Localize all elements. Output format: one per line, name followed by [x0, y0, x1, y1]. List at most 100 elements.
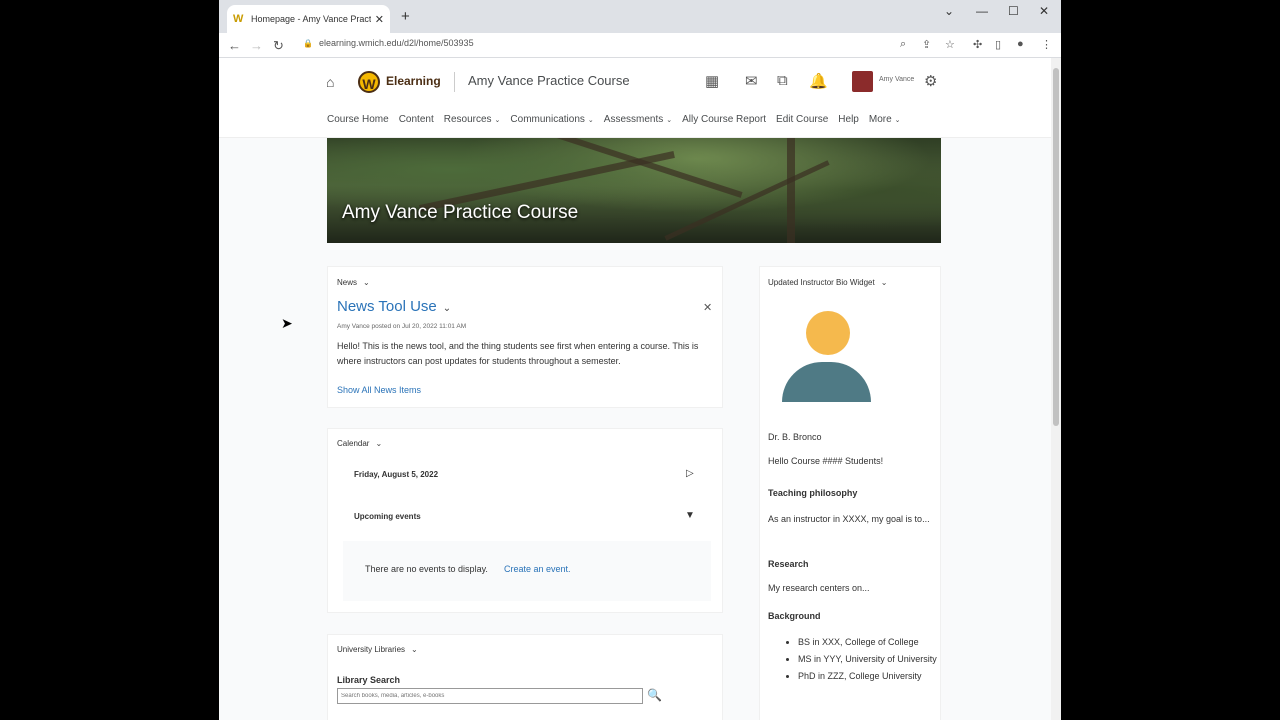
- zoom-icon[interactable]: ⌕: [900, 38, 906, 51]
- message-alerts-icon[interactable]: ✉: [745, 72, 758, 90]
- user-name[interactable]: Amy Vance: [879, 76, 914, 83]
- course-banner: Amy Vance Practice Course: [327, 138, 941, 243]
- tab-close-icon[interactable]: ✕: [375, 13, 384, 26]
- nav-item-label: Ally Course Report: [682, 114, 767, 125]
- chevron-down-icon: ⌄: [894, 117, 901, 124]
- window-close-icon[interactable]: ✕: [1039, 4, 1049, 18]
- chevron-down-icon: ⌄: [363, 278, 370, 287]
- course-selector-grid-icon[interactable]: ▦: [705, 72, 719, 90]
- collapse-triangle-icon[interactable]: ▼: [685, 510, 695, 521]
- list-item: BS in XXX, College of College: [798, 635, 952, 649]
- settings-gear-icon[interactable]: ⚙: [924, 72, 937, 90]
- upcoming-events-label[interactable]: Upcoming events: [354, 512, 421, 521]
- side-panel-icon[interactable]: ▯: [995, 38, 1001, 51]
- nav-item-content[interactable]: Content: [399, 114, 434, 125]
- instructor-avatar-head: [806, 311, 850, 355]
- chevron-down-icon: ⌄: [666, 117, 673, 124]
- nav-item-assessments[interactable]: Assessments ⌄: [604, 114, 672, 125]
- news-body: Hello! This is the news tool, and the th…: [337, 341, 699, 366]
- minimize-icon[interactable]: —: [976, 4, 988, 18]
- wmu-logo[interactable]: W: [358, 71, 380, 93]
- course-header: ⌂ W Elearning Amy Vance Practice Course …: [219, 58, 1051, 138]
- nav-item-edit-course[interactable]: Edit Course: [776, 114, 828, 125]
- url-field[interactable]: 🔒 elearning.wmich.edu/d2l/home/503935: [303, 38, 474, 48]
- reload-icon[interactable]: ↻: [273, 38, 284, 54]
- libraries-header[interactable]: University Libraries ⌄: [337, 645, 418, 654]
- research-text: My research centers on...: [768, 583, 870, 593]
- calendar-header-label: Calendar: [337, 439, 370, 448]
- bio-greeting: Hello Course #### Students!: [768, 456, 884, 466]
- chevron-down-icon: ⌄: [375, 439, 383, 448]
- dismiss-close-icon[interactable]: ✕: [703, 301, 712, 314]
- url-text: elearning.wmich.edu/d2l/home/503935: [318, 38, 474, 48]
- nav-item-ally-course-report[interactable]: Ally Course Report: [682, 114, 766, 125]
- list-item: MS in YYY, University of University: [798, 652, 952, 666]
- bio-header-label: Updated Instructor Bio Widget: [768, 278, 875, 287]
- instructor-name: Dr. B. Bronco: [768, 432, 822, 442]
- bookmark-star-icon[interactable]: ☆: [945, 38, 955, 51]
- profile-icon[interactable]: ●: [1017, 38, 1024, 50]
- new-tab-icon[interactable]: +: [401, 8, 410, 25]
- nav-item-course-home[interactable]: Course Home: [327, 114, 389, 125]
- lock-icon: 🔒: [303, 39, 313, 48]
- news-meta: Amy Vance posted on Jul 20, 2022 11:01 A…: [337, 323, 467, 330]
- maximize-icon[interactable]: ☐: [1008, 4, 1019, 18]
- nav-item-label: Communications: [510, 114, 585, 125]
- show-all-news-link[interactable]: Show All News Items: [337, 385, 421, 395]
- calendar-date: Friday, August 5, 2022: [354, 470, 439, 479]
- search-icon[interactable]: 🔍: [647, 688, 662, 702]
- nav-item-resources[interactable]: Resources ⌄: [444, 114, 501, 125]
- news-item-title-text: News Tool Use: [337, 298, 437, 315]
- background-heading: Background: [768, 611, 821, 621]
- chevron-down-icon: ⌄: [587, 117, 594, 124]
- nav-item-help[interactable]: Help: [838, 114, 859, 125]
- favicon-icon: W: [233, 13, 244, 25]
- list-item: PhD in ZZZ, College University: [798, 669, 952, 683]
- subscription-alerts-icon[interactable]: ⧉: [777, 72, 788, 89]
- browser-menu-icon[interactable]: ⋮: [1041, 38, 1052, 51]
- extensions-icon[interactable]: ✣: [973, 38, 982, 51]
- news-header[interactable]: News ⌄: [337, 278, 370, 287]
- nav-item-more[interactable]: More ⌄: [869, 114, 901, 125]
- banner-title: Amy Vance Practice Course: [342, 202, 579, 223]
- nav-item-communications[interactable]: Communications ⌄: [510, 114, 593, 125]
- home-icon[interactable]: ⌂: [326, 74, 334, 90]
- tab-strip: W Homepage - Amy Vance Practice ✕ + ⌄ — …: [219, 0, 1061, 33]
- chevron-down-icon: ⌄: [880, 278, 888, 287]
- chevron-down-icon[interactable]: ⌄: [443, 303, 451, 314]
- nav-item-label: Resources: [443, 114, 492, 125]
- browser-tab[interactable]: W Homepage - Amy Vance Practice ✕: [227, 5, 390, 33]
- create-event-link[interactable]: Create an event.: [504, 564, 571, 574]
- share-icon[interactable]: ⇪: [922, 38, 931, 51]
- teaching-text: As an instructor in XXXX, my goal is to.…: [768, 514, 930, 524]
- chevron-down-icon: ⌄: [411, 645, 418, 654]
- address-bar: ← → ↻ 🔒 elearning.wmich.edu/d2l/home/5039…: [219, 33, 1061, 58]
- news-item-title[interactable]: News Tool Use ⌄: [337, 298, 451, 315]
- tab-search-icon[interactable]: ⌄: [944, 4, 954, 18]
- nav-item-label: More: [868, 114, 892, 125]
- research-heading: Research: [768, 559, 809, 569]
- bio-header[interactable]: Updated Instructor Bio Widget ⌄: [768, 278, 887, 287]
- tab-title: Homepage - Amy Vance Practice: [251, 14, 371, 24]
- mouse-cursor-icon: ➤: [281, 315, 293, 331]
- nav-item-label: Help: [838, 114, 859, 125]
- library-search-input[interactable]: [337, 688, 643, 704]
- avatar[interactable]: [852, 71, 873, 92]
- back-icon[interactable]: ←: [228, 38, 241, 53]
- chevron-down-icon: ⌄: [494, 117, 501, 124]
- teaching-heading: Teaching philosophy: [768, 488, 858, 498]
- next-day-icon[interactable]: ▷: [686, 468, 694, 479]
- calendar-header[interactable]: Calendar ⌄: [337, 439, 382, 448]
- update-alerts-bell-icon[interactable]: 🔔: [809, 72, 828, 90]
- header-divider: [454, 72, 455, 92]
- nav-item-label: Assessments: [603, 114, 664, 125]
- nav-item-label: Course Home: [327, 114, 389, 125]
- elearning-logo-text[interactable]: Elearning: [386, 74, 441, 88]
- course-navbar: Course Home Content Resources ⌄ Communicatio…: [327, 114, 911, 125]
- course-title[interactable]: Amy Vance Practice Course: [468, 73, 630, 88]
- page-scrollbar[interactable]: [1051, 58, 1061, 720]
- nav-item-label: Edit Course: [776, 114, 829, 125]
- forward-icon[interactable]: →: [250, 38, 263, 53]
- scrollbar-thumb[interactable]: [1053, 68, 1059, 426]
- news-header-label: News: [337, 278, 358, 287]
